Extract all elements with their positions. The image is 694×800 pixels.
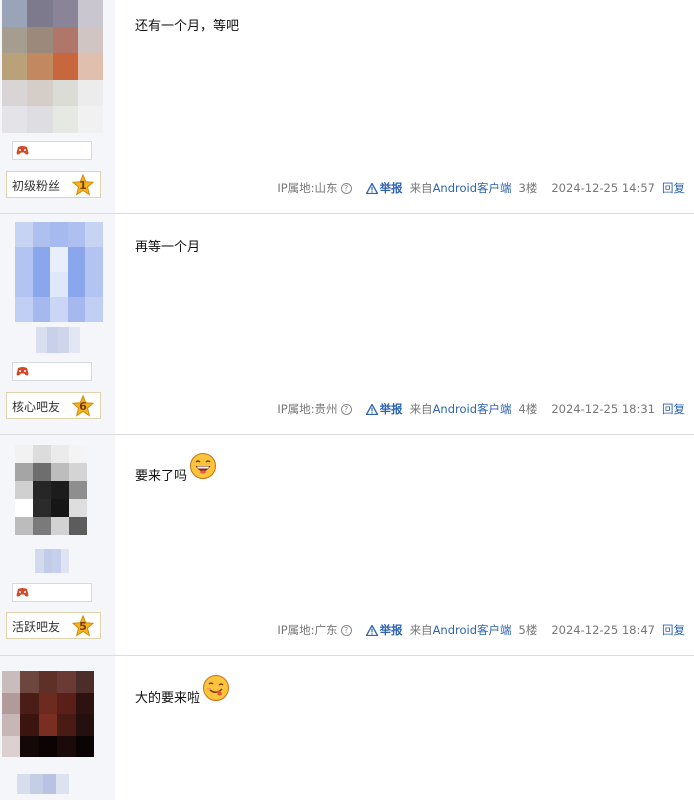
game-badge[interactable] — [12, 583, 92, 602]
author-panel — [0, 656, 115, 800]
report-label: 举报 — [379, 181, 403, 195]
username[interactable] — [36, 327, 80, 353]
warning-icon — [365, 403, 378, 415]
post-text: 大的要来啦 — [135, 691, 201, 706]
report-label: 举报 — [379, 402, 403, 416]
level-badge[interactable]: 核心吧友 6 — [6, 392, 101, 419]
level-star-icon: 5 — [72, 615, 94, 637]
level-number: 6 — [79, 400, 87, 413]
question-icon[interactable]: ? — [340, 624, 352, 636]
level-star-icon: 1 — [72, 174, 94, 196]
post-time: 2024-12-25 14:57 — [551, 181, 655, 195]
avatar[interactable] — [2, 671, 94, 757]
post-time: 2024-12-25 18:47 — [551, 623, 655, 637]
report-link[interactable]: 举报 — [365, 180, 403, 196]
question-icon[interactable]: ? — [340, 403, 352, 415]
post-floor-3: 初级粉丝 1 还有一个月，等吧 IP属地:山东 ? 举报 来自 Android客… — [0, 0, 694, 214]
level-badge[interactable]: 活跃吧友 5 — [6, 612, 101, 639]
author-panel: 活跃吧友 5 — [0, 435, 115, 655]
source-prefix: 来自 — [409, 623, 433, 637]
ip-location: IP属地:广东 — [277, 623, 338, 637]
reply-link[interactable]: 回复 — [662, 401, 685, 417]
ip-location: IP属地:山东 — [277, 181, 338, 195]
post-meta: IP属地:贵州 ? 举报 来自 Android客户端 4楼 2024-12-25… — [277, 401, 685, 417]
tongue-out-face-emoji — [203, 675, 230, 701]
report-link[interactable]: 举报 — [365, 622, 403, 638]
game-badge[interactable] — [12, 362, 92, 381]
level-name: 活跃吧友 — [12, 620, 61, 634]
client-link[interactable]: Android客户端 — [433, 180, 512, 196]
post-meta: IP属地:广东 ? 举报 来自 Android客户端 5楼 2024-12-25… — [277, 622, 685, 638]
source-prefix: 来自 — [409, 402, 433, 416]
post-content: 再等一个月 — [135, 236, 200, 255]
floor-number: 4楼 — [518, 402, 538, 416]
client-link[interactable]: Android客户端 — [433, 401, 512, 417]
post-text: 要来了吗 — [135, 469, 188, 484]
post-time: 2024-12-25 18:31 — [551, 402, 655, 416]
source-prefix: 来自 — [409, 181, 433, 195]
client-link[interactable]: Android客户端 — [433, 622, 512, 638]
floor-number: 3楼 — [518, 181, 538, 195]
post-text: 还有一个月，等吧 — [135, 19, 240, 34]
post-content: 还有一个月，等吧 — [135, 15, 239, 34]
level-number: 1 — [79, 179, 87, 192]
reply-link[interactable]: 回复 — [662, 622, 685, 638]
author-panel: 核心吧友 6 — [0, 214, 115, 434]
avatar[interactable] — [2, 0, 103, 133]
report-label: 举报 — [379, 623, 403, 637]
question-icon[interactable]: ? — [340, 182, 352, 194]
reply-link[interactable]: 回复 — [662, 180, 685, 196]
post-floor-4: 核心吧友 6 再等一个月 IP属地:贵州 ? 举报 来自 Android客户端 … — [0, 214, 694, 435]
username[interactable] — [35, 549, 69, 573]
ip-location: IP属地:贵州 — [277, 402, 338, 416]
username[interactable] — [17, 774, 69, 794]
post-floor-6: 大的要来啦 — [0, 656, 694, 800]
warning-icon — [365, 624, 378, 636]
laughing-face-emoji — [190, 453, 217, 479]
post-floor-5: 活跃吧友 5 要来了吗 IP属地:广东 ? 举报 来自 Android客户端 5… — [0, 435, 694, 656]
avatar[interactable] — [15, 445, 87, 535]
gamepad-icon — [16, 146, 29, 155]
level-number: 5 — [79, 620, 87, 633]
report-link[interactable]: 举报 — [365, 401, 403, 417]
post-text: 再等一个月 — [135, 240, 201, 255]
post-meta: IP属地:山东 ? 举报 来自 Android客户端 3楼 2024-12-25… — [277, 180, 685, 196]
level-name: 核心吧友 — [12, 400, 61, 414]
post-content: 大的要来啦 — [135, 674, 230, 706]
warning-icon — [365, 182, 378, 194]
level-name: 初级粉丝 — [12, 179, 61, 193]
level-badge[interactable]: 初级粉丝 1 — [6, 171, 101, 198]
floor-number: 5楼 — [518, 623, 538, 637]
author-panel: 初级粉丝 1 — [0, 0, 115, 213]
post-content: 要来了吗 — [135, 452, 217, 484]
gamepad-icon — [16, 367, 29, 376]
game-badge[interactable] — [12, 141, 92, 160]
level-star-icon: 6 — [72, 395, 94, 417]
gamepad-icon — [16, 588, 29, 597]
avatar[interactable] — [15, 222, 103, 322]
